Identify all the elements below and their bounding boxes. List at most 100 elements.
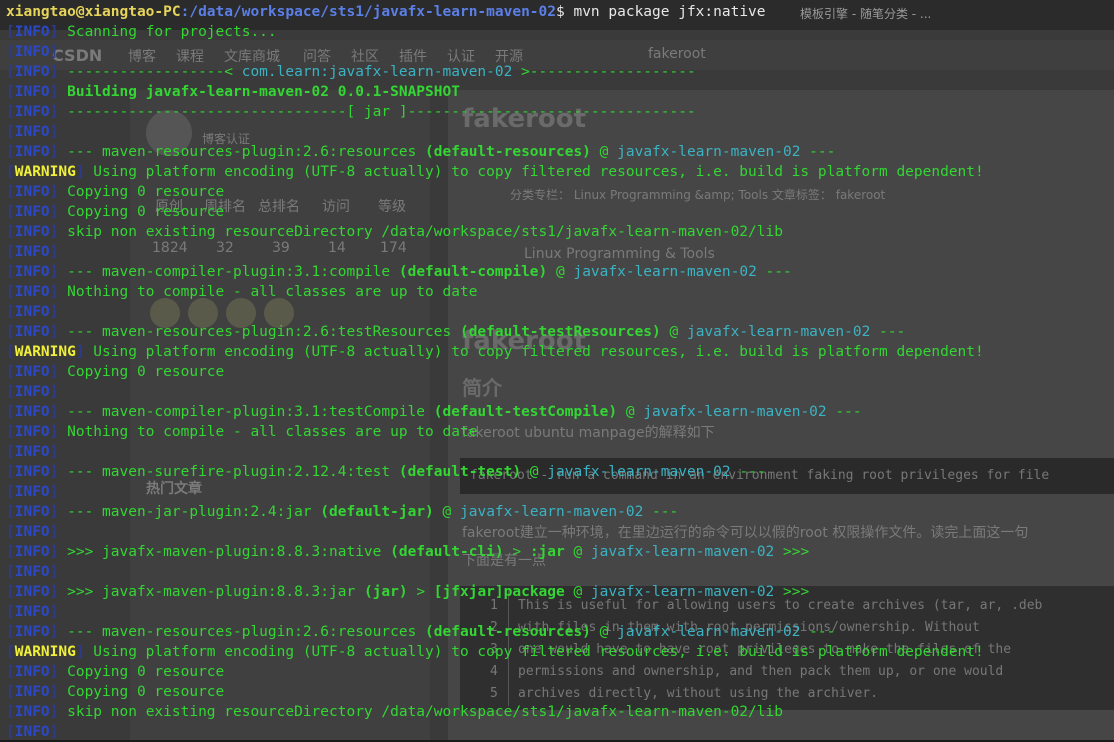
log-text: --- xyxy=(730,464,766,480)
log-line-warning: [WARNING] Using platform encoding (UTF-8… xyxy=(6,642,984,662)
log-level: INFO xyxy=(14,244,50,260)
log-line-info: [INFO] --- maven-compiler-plugin:3.1:tes… xyxy=(6,402,862,422)
log-text: >>> javafx-maven-plugin:8.8.3:native xyxy=(58,544,391,560)
bracket: ] xyxy=(49,124,59,140)
log-line-info: [INFO] --- maven-resources-plugin:2.6:re… xyxy=(6,142,835,162)
bracket: [ xyxy=(6,404,15,420)
log-text: --- xyxy=(643,504,679,520)
bracket: [ xyxy=(6,564,15,580)
bracket: [ xyxy=(6,544,15,560)
log-level: INFO xyxy=(14,604,50,620)
bracket: [ xyxy=(6,244,15,260)
log-text: > xyxy=(503,544,530,560)
log-line-info: [INFO] Copying 0 resource xyxy=(6,202,224,222)
log-text: --- xyxy=(826,404,862,420)
log-level: INFO xyxy=(14,44,50,60)
log-text: Copying 0 resource xyxy=(58,364,225,380)
log-text: --- maven-resources-plugin:2.6:resources xyxy=(58,144,426,160)
bracket: ] xyxy=(75,644,85,660)
log-text: Using platform encoding (UTF-8 actually)… xyxy=(84,164,984,180)
log-text: :jar xyxy=(529,544,565,560)
bracket: ] xyxy=(49,484,59,500)
bracket: ] xyxy=(49,384,59,400)
log-text: (default-jar) xyxy=(320,504,434,520)
bracket: [ xyxy=(6,624,15,640)
log-text: --- maven-compiler-plugin:3.1:compile xyxy=(58,264,399,280)
bracket: [ xyxy=(6,344,15,360)
log-text: --- xyxy=(756,264,792,280)
log-level: INFO xyxy=(14,124,50,140)
log-level: INFO xyxy=(14,364,50,380)
bracket: [ xyxy=(6,204,15,220)
log-text: Using platform encoding (UTF-8 actually)… xyxy=(84,344,984,360)
prompt-path: :/data/workspace/sts1/javafx-learn-maven… xyxy=(180,4,556,20)
bracket: ] xyxy=(49,244,59,260)
prompt-command: $ mvn package jfx:native xyxy=(556,4,766,20)
log-text: @ xyxy=(547,264,574,280)
log-text: --- maven-compiler-plugin:3.1:testCompil… xyxy=(58,404,434,420)
log-line-info: [INFO] Copying 0 resource xyxy=(6,662,224,682)
log-text: Copying 0 resource xyxy=(58,184,225,200)
log-text: --- maven-jar-plugin:2.4:jar xyxy=(58,504,321,520)
log-text: >------------------- xyxy=(512,64,696,80)
log-text: @ xyxy=(590,144,618,160)
log-text: --- maven-resources-plugin:2.6:testResou… xyxy=(58,324,460,340)
log-text: Using platform encoding (UTF-8 actually)… xyxy=(84,644,984,660)
bracket: [ xyxy=(6,644,15,660)
log-line-info: [INFO] --- maven-jar-plugin:2.4:jar (def… xyxy=(6,502,678,522)
log-level: INFO xyxy=(14,24,50,40)
log-text: @ xyxy=(521,464,548,480)
shell-prompt: xiangtao@xiangtao-PC:/data/workspace/sts… xyxy=(6,2,766,22)
log-line-info: [INFO] >>> javafx-maven-plugin:8.8.3:jar… xyxy=(6,582,809,602)
log-level: INFO xyxy=(14,104,50,120)
log-line-info: [INFO] >>> javafx-maven-plugin:8.8.3:nat… xyxy=(6,542,809,562)
log-text: (default-resources) xyxy=(425,624,591,640)
log-level: INFO xyxy=(14,424,50,440)
log-text: javafx-learn-maven-02 xyxy=(590,584,775,600)
log-text: --- xyxy=(870,324,906,340)
log-line-warning: [WARNING] Using platform encoding (UTF-8… xyxy=(6,342,984,362)
log-text: @ xyxy=(660,324,687,340)
log-text: Scanning for projects... xyxy=(58,24,277,40)
log-line-info: [INFO] xyxy=(6,302,58,322)
log-text: skip non existing resourceDirectory /dat… xyxy=(58,704,783,720)
bracket: [ xyxy=(6,524,15,540)
bracket: [ xyxy=(6,164,15,180)
bracket: [ xyxy=(6,604,15,620)
bracket: [ xyxy=(6,664,15,680)
bracket: ] xyxy=(49,564,59,580)
log-text: javafx-learn-maven-02 xyxy=(460,504,644,520)
log-text: javafx-learn-maven-02 xyxy=(617,144,801,160)
bracket: [ xyxy=(6,464,15,480)
bracket: [ xyxy=(6,704,15,720)
log-line-info: [INFO] skip non existing resourceDirecto… xyxy=(6,702,783,722)
log-line-info: [INFO] Building javafx-learn-maven-02 0.… xyxy=(6,82,460,102)
bracket: [ xyxy=(6,304,15,320)
log-line-info: [INFO] xyxy=(6,522,58,542)
log-text: @ xyxy=(564,544,591,560)
log-text: (jar) xyxy=(363,584,408,600)
log-level: INFO xyxy=(14,64,50,80)
bracket: [ xyxy=(6,484,15,500)
log-text: >>> xyxy=(774,584,810,600)
log-line-info: [INFO] Nothing to compile - all classes … xyxy=(6,282,477,302)
bracket: [ xyxy=(6,424,15,440)
log-line-info: [INFO] Copying 0 resource xyxy=(6,362,224,382)
log-level: INFO xyxy=(14,264,50,280)
log-text: javafx-learn-maven-02 xyxy=(590,544,775,560)
log-text: >>> xyxy=(774,544,810,560)
log-level: WARNING xyxy=(14,344,76,360)
log-text: Nothing to compile - all classes are up … xyxy=(58,424,478,440)
log-text: --------------------------------[ jar ]-… xyxy=(58,104,696,120)
log-line-info: [INFO] --- maven-resources-plugin:2.6:re… xyxy=(6,622,835,642)
log-text: > xyxy=(407,584,434,600)
log-text: (default-test) xyxy=(398,464,522,480)
log-line-info: [INFO] --- maven-surefire-plugin:2.12.4:… xyxy=(6,462,766,482)
prompt-user: xiangtao@xiangtao-PC xyxy=(6,4,181,20)
bracket: [ xyxy=(6,144,15,160)
bracket: [ xyxy=(6,24,15,40)
log-line-info: [INFO] xyxy=(6,42,58,62)
log-level: INFO xyxy=(14,84,50,100)
terminal-output[interactable]: xiangtao@xiangtao-PC:/data/workspace/sts… xyxy=(0,0,1114,740)
bracket: [ xyxy=(6,184,15,200)
